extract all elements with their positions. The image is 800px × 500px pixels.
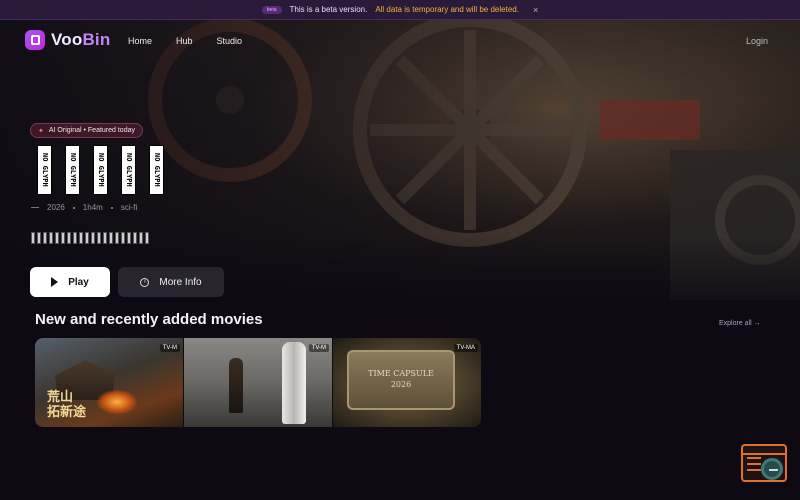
card-overlay-title: 荒山 拓新途 — [47, 390, 87, 420]
featured-badge: ✦ AI Original • Featured today — [30, 123, 143, 138]
section-title: New and recently added movies — [35, 311, 263, 328]
movie-meta: 2026 1h4m sci-fi — [31, 203, 137, 212]
logo-icon — [25, 30, 45, 50]
card-overlay-title: TIME CAPSULE 2026 — [368, 369, 434, 389]
top-nav: VooBin Home Hub Studio Login — [0, 28, 800, 54]
explore-all-link[interactable]: Explore all → — [719, 320, 761, 327]
movie-row: 荒山 拓新途 TV-M TV-M TIME CAPSULE 2026 TV-MA — [35, 338, 481, 427]
nav-link-hub[interactable]: Hub — [176, 36, 193, 46]
beta-warning-text: All data is temporary and will be delete… — [375, 5, 519, 14]
help-widget-button[interactable] — [741, 444, 789, 486]
login-link[interactable]: Login — [746, 36, 768, 46]
title-glyph: NO GLYPH — [65, 145, 80, 195]
title-glyph: NO GLYPH — [93, 145, 108, 195]
meta-separator — [72, 206, 75, 209]
title-glyph: NO GLYPH — [121, 145, 136, 195]
nav-link-home[interactable]: Home — [128, 36, 152, 46]
play-button-label: Play — [68, 276, 89, 288]
nav-link-studio[interactable]: Studio — [217, 36, 243, 46]
rating-badge: TV-MA — [453, 344, 478, 352]
movie-card[interactable]: TV-M — [184, 338, 332, 427]
rating-badge: TV-M — [308, 344, 329, 352]
magnifier-icon — [761, 458, 783, 480]
meta-separator — [110, 206, 113, 209]
more-info-label: More Info — [159, 276, 202, 288]
card-artwork — [97, 390, 137, 414]
hero-title: NO GLYPH NO GLYPH NO GLYPH NO GLYPH NO G… — [37, 145, 164, 195]
meta-genre: sci-fi — [120, 203, 138, 212]
nav-links: Home Hub Studio — [128, 36, 266, 46]
card-artwork — [229, 358, 243, 413]
play-icon — [51, 277, 59, 287]
beta-pill: beta — [261, 5, 282, 14]
logo[interactable]: VooBin — [25, 30, 110, 50]
info-icon: i — [140, 277, 150, 287]
rating-badge: TV-M — [159, 344, 180, 352]
title-glyph: NO GLYPH — [37, 145, 52, 195]
movie-card[interactable]: TIME CAPSULE 2026 TV-MA — [333, 338, 481, 427]
description-placeholder — [31, 232, 149, 244]
meta-year: 2026 — [47, 203, 65, 212]
hero-gradient-overlay — [0, 20, 800, 500]
meta-divider — [31, 207, 39, 208]
beta-text: This is a beta version. — [289, 5, 368, 14]
title-glyph: NO GLYPH — [149, 145, 164, 195]
featured-badge-label: AI Original • Featured today — [48, 127, 135, 134]
movie-card[interactable]: 荒山 拓新途 TV-M — [35, 338, 183, 427]
beta-banner: beta This is a beta version. All data is… — [0, 0, 800, 20]
meta-duration: 1h4m — [82, 203, 103, 212]
sparkle-icon: ✦ — [38, 127, 44, 135]
logo-text: VooBin — [51, 30, 111, 49]
close-icon[interactable]: × — [533, 5, 538, 15]
more-info-button[interactable]: i More Info — [118, 267, 224, 297]
play-button[interactable]: Play — [30, 267, 110, 297]
card-artwork — [282, 342, 306, 424]
